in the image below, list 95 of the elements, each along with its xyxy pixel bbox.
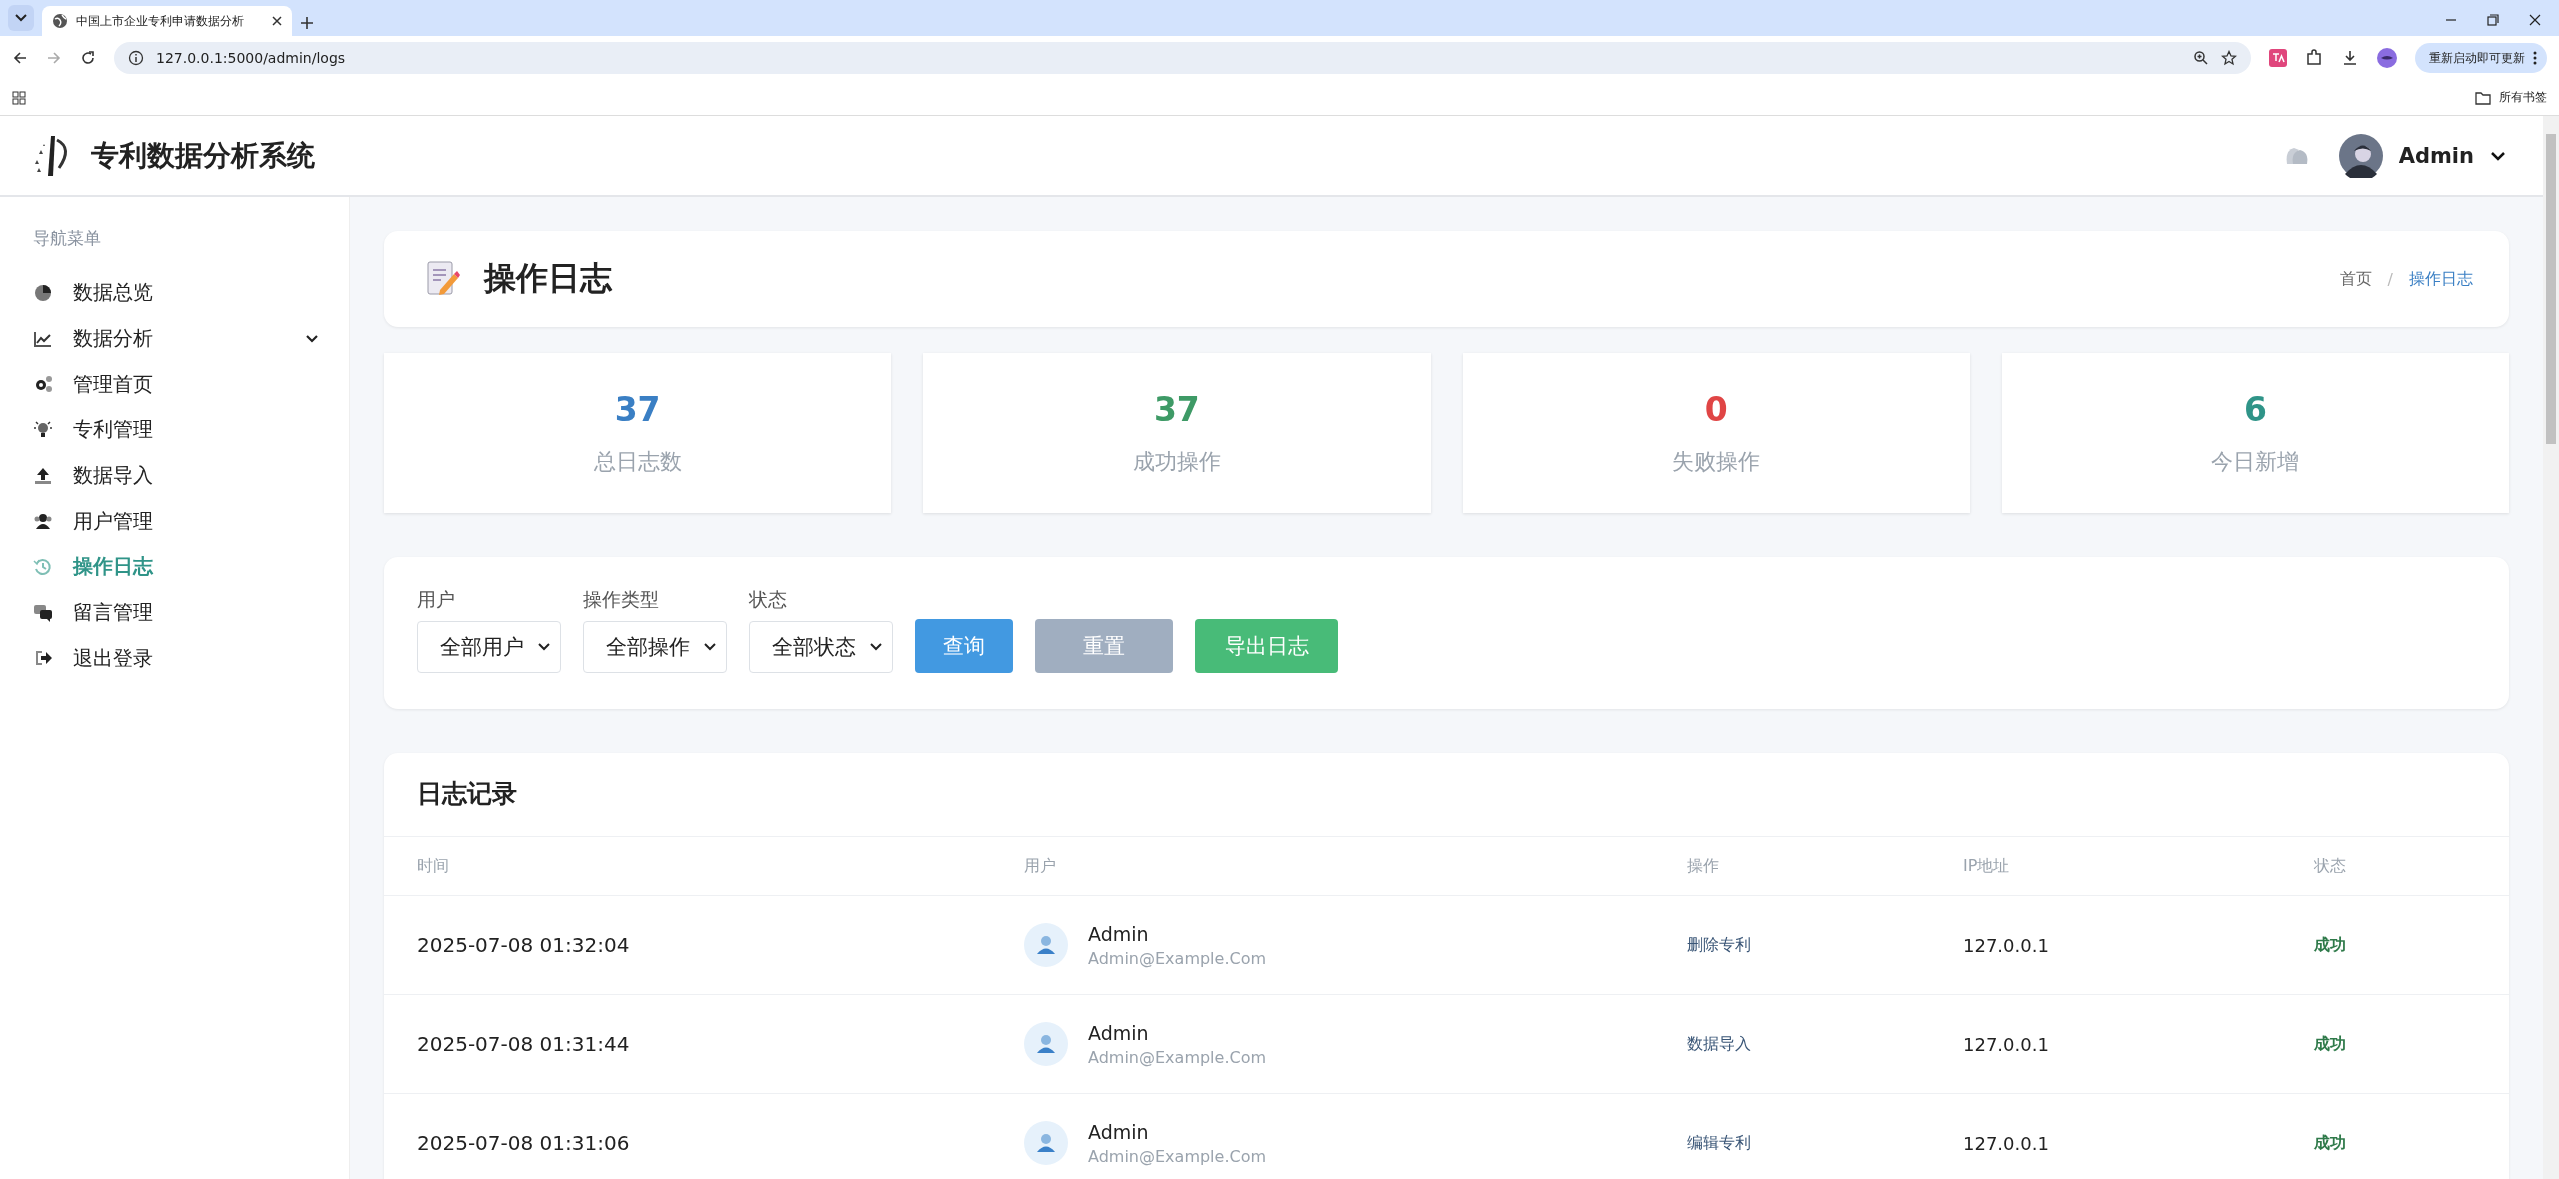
folder-icon [2475, 90, 2491, 105]
back-icon[interactable] [12, 50, 28, 66]
status-text: 成功 [2314, 1033, 2347, 1055]
column-header: 时间 [417, 855, 450, 877]
column-header: 状态 [2314, 855, 2347, 877]
user-menu[interactable]: Admin [2338, 133, 2506, 178]
select-field[interactable]: 全部操作 [583, 621, 727, 673]
table-cell-text: 2025-07-08 01:32:04 [417, 933, 631, 957]
table-cell-text: 127.0.0.1 [1963, 1033, 2050, 1055]
stat-label: 总日志数 [593, 447, 682, 476]
update-button[interactable]: 重新启动即可更新 [2415, 43, 2547, 73]
column-header: 操作 [1687, 855, 1720, 877]
chevron-down-icon [15, 14, 27, 22]
status-text: 成功 [2314, 1132, 2347, 1154]
table-cell-text: 127.0.0.1 [1963, 934, 2050, 956]
sidebar-item[interactable]: 用户管理 [33, 498, 349, 545]
sidebar-item[interactable]: 数据总览 [33, 270, 349, 316]
sidebar-item[interactable]: 留言管理 [33, 589, 349, 636]
user-avatar-icon [1024, 1022, 1068, 1066]
chevron-down-icon [704, 643, 716, 651]
table-cell-text: 数据导入 [1687, 1033, 1752, 1055]
globe-icon [52, 13, 68, 29]
chevron-down-icon [2490, 149, 2506, 162]
table-cell-text: 127.0.0.1 [1963, 1132, 2050, 1154]
breadcrumb-link[interactable]: 操作日志 [2409, 268, 2473, 290]
document-edit-icon [426, 260, 460, 298]
stat-value: 6 [2243, 389, 2267, 429]
zoom-icon[interactable] [2193, 50, 2209, 66]
nav-icon [33, 602, 53, 623]
nav-icon [33, 556, 53, 577]
stat-value: 37 [614, 389, 661, 429]
user-name: Admin [1088, 922, 1150, 945]
sidebar-item[interactable]: 专利管理 [33, 407, 349, 453]
stat-label: 成功操作 [1132, 447, 1221, 476]
new-tab-icon[interactable] [300, 16, 314, 30]
page-title: 操作日志 [484, 258, 612, 299]
column-header: IP地址 [1963, 855, 2011, 877]
chevron-down-icon [305, 333, 319, 344]
restore-icon[interactable] [2487, 14, 2499, 26]
section-label: 导航菜单 [33, 227, 102, 250]
nav-icon [33, 511, 53, 532]
avatar-icon [2338, 133, 2383, 178]
profile-icon[interactable] [2377, 48, 2397, 68]
download-icon[interactable] [2341, 49, 2359, 67]
user-email: Admin@Example.Com [1088, 1146, 1267, 1166]
status-text: 成功 [2314, 934, 2347, 956]
star-icon[interactable] [2221, 50, 2237, 66]
info-icon[interactable] [128, 50, 144, 66]
user-avatar-icon [1024, 1121, 1068, 1165]
close-icon[interactable] [272, 16, 282, 26]
more-icon [2533, 51, 2537, 65]
user-email: Admin@Example.Com [1088, 948, 1267, 968]
sidebar-item[interactable]: 数据导入 [33, 452, 349, 499]
user-email: Admin@Example.Com [1088, 1047, 1267, 1067]
scrollbar[interactable] [2543, 116, 2559, 1179]
column-header: 用户 [1024, 855, 1057, 877]
table-cell-text: 2025-07-08 01:31:06 [417, 1131, 631, 1155]
nav-icon [33, 282, 53, 303]
browser-tab[interactable]: 中国上市企业专利申请数据分析 [42, 6, 292, 36]
sidebar-item[interactable]: 操作日志 [33, 544, 349, 590]
user-name: Admin [1088, 1120, 1150, 1143]
address-bar[interactable]: 127.0.0.1:5000/admin/logs [114, 42, 2251, 74]
table-cell-text: 2025-07-08 01:31:44 [417, 1032, 631, 1056]
nav-icon [33, 419, 53, 440]
bookmarks-link[interactable]: 所有书签 [2499, 89, 2547, 106]
translate-icon[interactable] [2269, 49, 2287, 67]
stat-value: 37 [1153, 389, 1200, 429]
select-field[interactable]: 全部用户 [417, 621, 561, 673]
table-cell-text: 编辑专利 [1687, 1132, 1752, 1154]
user-avatar-icon [1024, 923, 1068, 967]
tab-title: 中国上市企业专利申请数据分析 [76, 12, 245, 30]
table-cell-text: 删除专利 [1687, 934, 1752, 956]
tab-search-button[interactable] [8, 5, 34, 31]
table-title: 日志记录 [416, 778, 518, 810]
sidebar-item[interactable]: 数据分析 [33, 315, 349, 362]
sidebar-item[interactable]: 管理首页 [33, 361, 349, 408]
url-text: 127.0.0.1:5000/admin/logs [156, 50, 346, 66]
nav-icon [33, 374, 53, 395]
user-name: Admin [1088, 1021, 1150, 1044]
apps-icon[interactable] [12, 90, 26, 105]
breadcrumb-link[interactable]: 首页 [2339, 268, 2372, 290]
app-title: 专利数据分析系统 [91, 137, 315, 174]
filter-label: 用户 [417, 587, 456, 612]
stat-label: 今日新增 [2211, 447, 2300, 476]
select-field[interactable]: 全部状态 [749, 621, 893, 673]
chevron-down-icon [870, 643, 882, 651]
filter-label: 操作类型 [583, 587, 660, 612]
stat-label: 失败操作 [1672, 447, 1761, 476]
stat-value: 0 [1704, 389, 1728, 429]
chevron-down-icon [538, 643, 550, 651]
sidebar-item[interactable]: 退出登录 [33, 635, 349, 682]
filter-label: 状态 [749, 587, 788, 612]
close-icon[interactable] [2529, 14, 2541, 26]
reload-icon[interactable] [80, 50, 96, 66]
breadcrumb-separator: / [2387, 269, 2393, 289]
